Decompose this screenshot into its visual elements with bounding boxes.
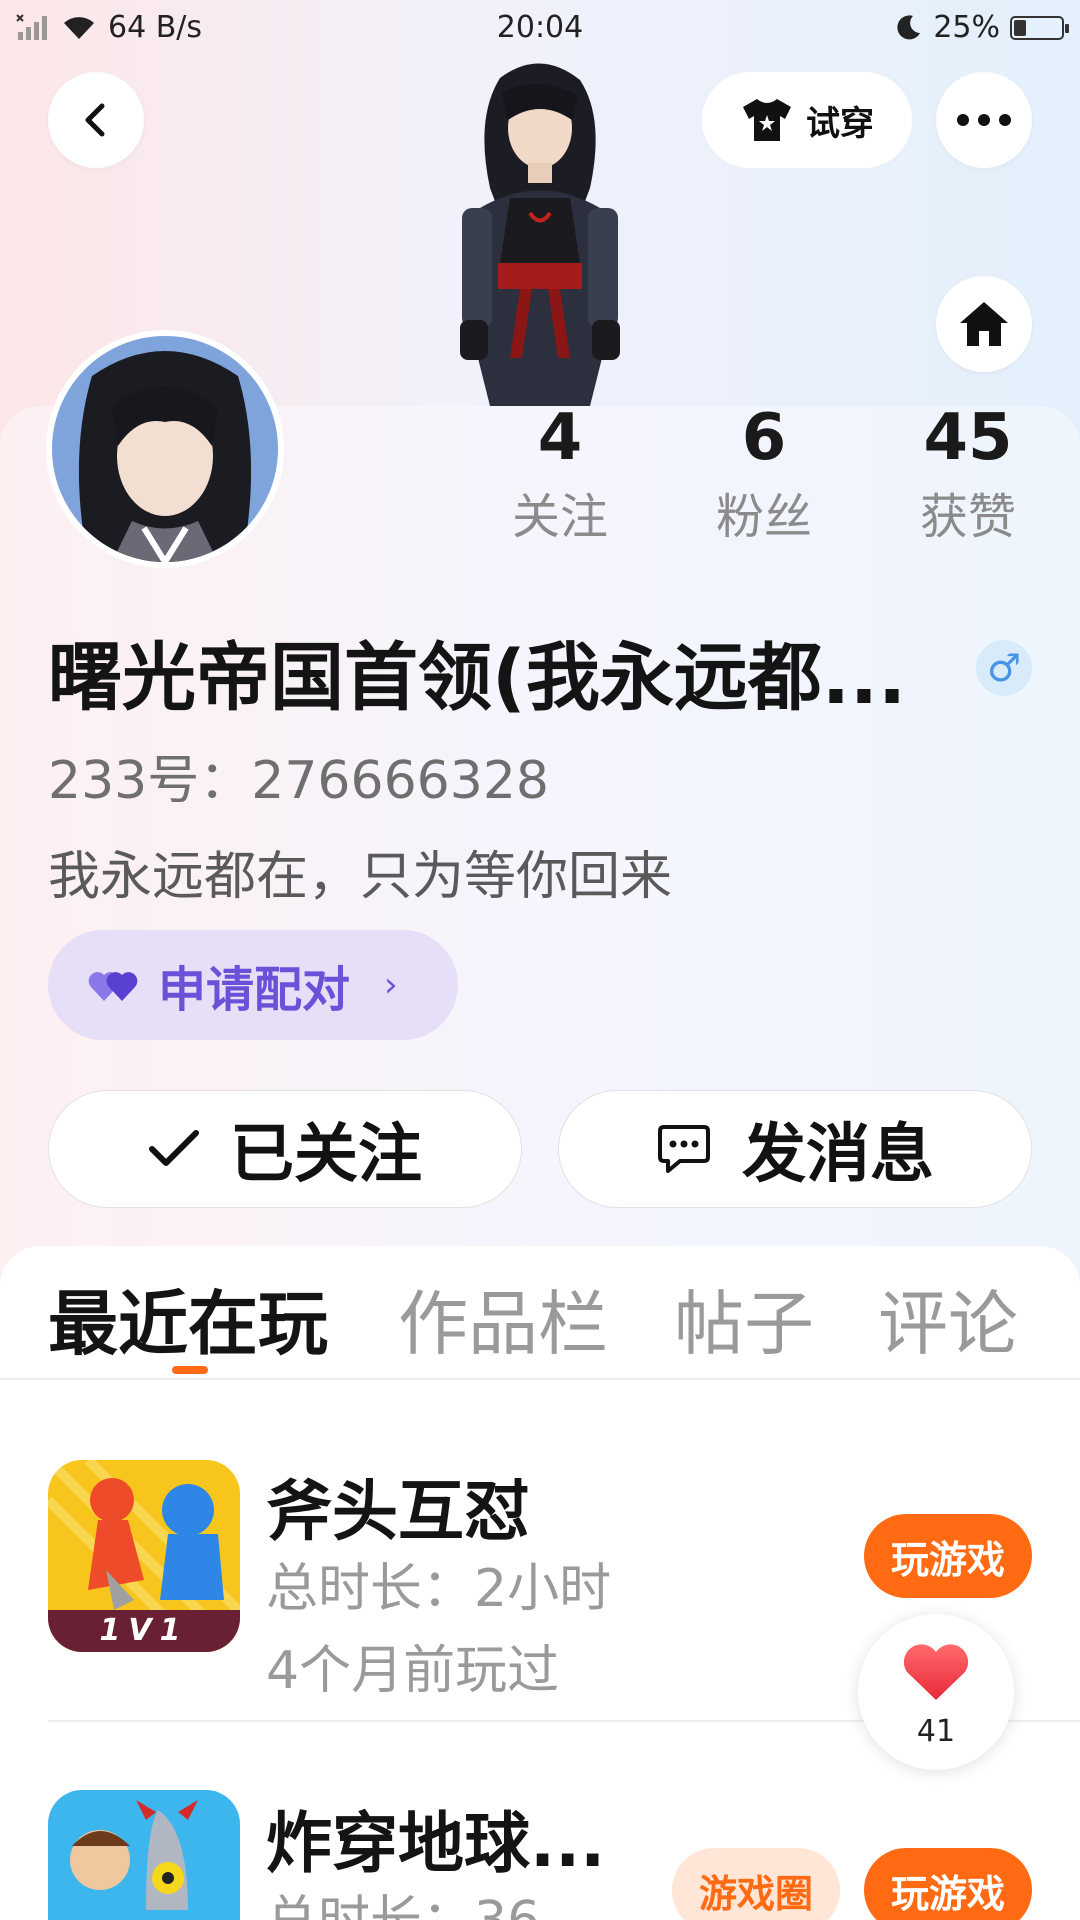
battery-percent: 25% xyxy=(933,10,1000,45)
avatar-3d-figure[interactable] xyxy=(440,58,640,406)
more-button[interactable] xyxy=(936,72,1032,168)
game-icon-axe[interactable]: 1V1 xyxy=(48,1460,240,1652)
game-name: 炸穿地球... xyxy=(266,1805,606,1882)
chevron-right-icon: › xyxy=(384,965,398,1005)
profile-avatar[interactable] xyxy=(46,330,284,568)
chat-bubble-icon xyxy=(658,1125,710,1173)
game-last-played: 4个月前玩过 xyxy=(266,1641,560,1701)
status-right: 25% xyxy=(893,10,1069,45)
profile-bio: 我永远都在，只为等你回来 xyxy=(48,847,673,907)
stat-followers[interactable]: 6 粉丝 xyxy=(684,398,844,552)
stat-likes-value: 45 xyxy=(923,401,1013,475)
profile-tabs: 最近在玩 作品栏 帖子 评论 xyxy=(0,1246,1080,1380)
tshirt-icon xyxy=(743,99,791,141)
double-heart-icon xyxy=(88,972,138,1001)
play-game-button[interactable]: 玩游戏 xyxy=(864,1514,1032,1598)
heart-icon xyxy=(903,1644,969,1700)
game-icon-drill[interactable] xyxy=(48,1790,240,1920)
tab-comments[interactable]: 评论 xyxy=(878,1268,1018,1369)
stat-following-label: 关注 xyxy=(511,489,608,545)
status-bar: 64 B/s 20:04 25% xyxy=(0,0,1080,56)
following-label: 已关注 xyxy=(230,1118,422,1192)
tryon-button[interactable]: 试穿 xyxy=(702,72,912,168)
back-button[interactable] xyxy=(48,72,144,168)
like-button[interactable]: 41 xyxy=(858,1614,1014,1770)
home-button[interactable] xyxy=(936,276,1032,372)
chevron-left-icon xyxy=(85,103,105,137)
game-duration: 总时长：36... xyxy=(266,1878,590,1920)
request-pair-label: 申请配对 xyxy=(158,962,351,1018)
stat-followers-value: 6 xyxy=(741,401,787,475)
stat-likes[interactable]: 45 获赞 xyxy=(888,398,1048,552)
tab-posts[interactable]: 帖子 xyxy=(674,1268,814,1369)
game-name: 斧头互怼 xyxy=(266,1473,530,1550)
battery-icon xyxy=(1010,15,1069,40)
play-game-button[interactable]: 玩游戏 xyxy=(864,1848,1032,1920)
profile-name: 曙光帝国首领(我永远都... xyxy=(48,635,907,721)
battery-level xyxy=(1014,19,1026,36)
game-icon-badge: 1V1 xyxy=(99,1613,189,1648)
profile-screen: 64 B/s 20:04 25% 试穿 4 关注 6 粉丝 45 获赞 曙光帝国… xyxy=(0,0,1080,1920)
stat-followers-label: 粉丝 xyxy=(715,489,812,545)
send-message-button[interactable]: 发消息 xyxy=(558,1090,1032,1208)
tab-works[interactable]: 作品栏 xyxy=(398,1268,608,1369)
active-tab-indicator xyxy=(172,1366,208,1374)
profile-id: 233号：276666328 xyxy=(48,751,550,811)
following-button[interactable]: 已关注 xyxy=(48,1090,522,1208)
moon-icon xyxy=(897,14,921,39)
stat-following-value: 4 xyxy=(537,401,583,475)
home-icon xyxy=(960,302,1008,346)
request-pair-button[interactable]: 申请配对 › xyxy=(48,930,458,1040)
check-icon xyxy=(149,1130,199,1166)
gender-male-icon: ♂ xyxy=(976,640,1032,696)
game-circle-button[interactable]: 游戏圈 xyxy=(672,1848,840,1920)
drill-game-artwork xyxy=(48,1790,240,1920)
stat-following[interactable]: 4 关注 xyxy=(480,398,640,552)
like-count: 41 xyxy=(916,1714,956,1749)
avatar-image xyxy=(52,336,278,562)
profile-stats: 4 关注 6 粉丝 45 获赞 xyxy=(480,398,1040,568)
content-panel: 最近在玩 作品栏 帖子 评论 1V1 斧头互怼 总时长：2小时 4个月前玩过 玩… xyxy=(0,1246,1080,1920)
more-dots-icon xyxy=(957,114,1011,126)
tab-recently-played[interactable]: 最近在玩 xyxy=(48,1268,328,1369)
tryon-label: 试穿 xyxy=(806,103,874,144)
stat-likes-label: 获赞 xyxy=(919,489,1016,545)
send-message-label: 发消息 xyxy=(742,1118,934,1192)
game-duration: 总时长：2小时 xyxy=(266,1559,612,1619)
